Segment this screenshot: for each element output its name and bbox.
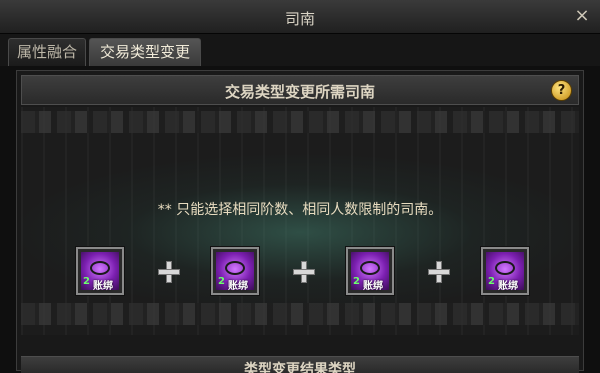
plus-icon (428, 261, 450, 283)
window-titlebar: 司南 × (0, 0, 600, 34)
window-title: 司南 (284, 10, 315, 28)
selection-notice: ** 只能选择相同阶数、相同人数限制的司南。 (157, 202, 443, 218)
tab-bar: 属性融合 交易类型变更 (0, 34, 600, 66)
help-icon[interactable]: ? (551, 80, 572, 101)
slot-count: 2 (218, 276, 225, 287)
slot-bind-label: 账绑 (498, 281, 518, 292)
compass-icon: 2 账绑 (216, 252, 254, 292)
slot-bind-label: 账绑 (228, 281, 248, 292)
slot-count: 2 (488, 276, 495, 287)
ornament-background: ** 只能选择相同阶数、相同人数限制的司南。 2 账绑 2 账绑 2 账绑 2 … (21, 107, 579, 335)
panel-header: 交易类型变更所需司南 ? (21, 75, 579, 105)
plus-icon (293, 261, 315, 283)
plus-icon (158, 261, 180, 283)
slot-count: 2 (353, 276, 360, 287)
compass-icon: 2 账绑 (351, 252, 389, 292)
trade-type-change-panel: 交易类型变更所需司南 ? ** 只能选择相同阶数、相同人数限制的司南。 2 账绑… (16, 70, 584, 373)
ornament-band-top (21, 111, 579, 133)
tab-attribute-fusion[interactable]: 属性融合 (8, 38, 86, 66)
item-slot-3[interactable]: 2 账绑 (346, 247, 394, 295)
panel-title: 交易类型变更所需司南 (224, 83, 375, 101)
item-slot-2[interactable]: 2 账绑 (211, 247, 259, 295)
close-button[interactable]: × (572, 6, 592, 26)
slot-count: 2 (83, 276, 90, 287)
slot-bind-label: 账绑 (363, 281, 383, 292)
compass-icon: 2 账绑 (486, 252, 524, 292)
ornament-band-bottom (21, 303, 579, 325)
item-slot-4[interactable]: 2 账绑 (481, 247, 529, 295)
compass-icon: 2 账绑 (81, 252, 119, 292)
slot-bind-label: 账绑 (93, 281, 113, 292)
item-slot-1[interactable]: 2 账绑 (76, 247, 124, 295)
result-type-header: 类型变更结果类型 (21, 356, 579, 373)
tab-trade-type-change[interactable]: 交易类型变更 (89, 38, 201, 66)
